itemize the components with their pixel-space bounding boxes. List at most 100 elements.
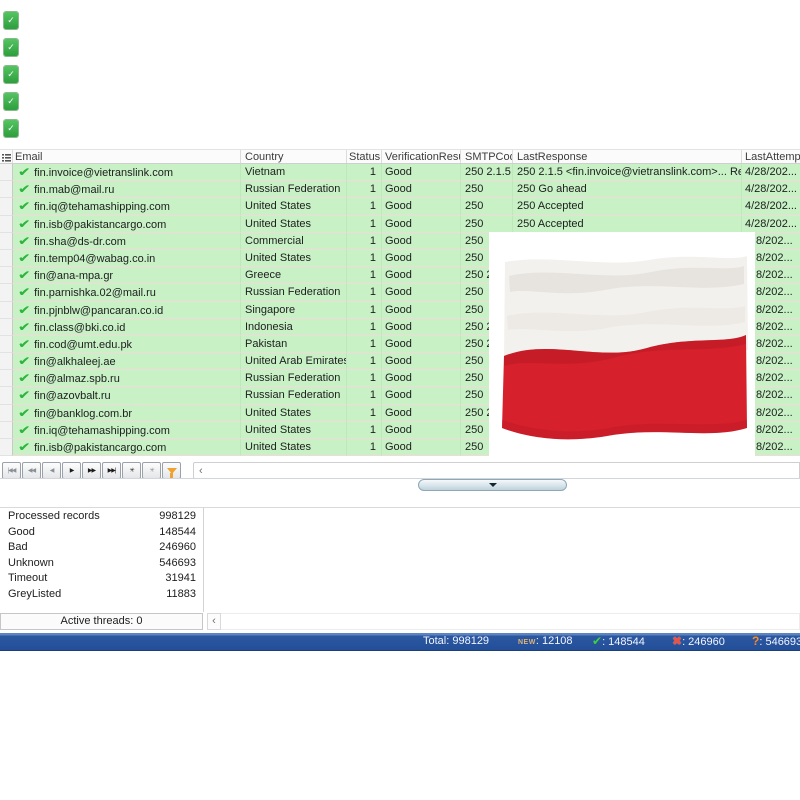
new-count: : 12108 <box>536 635 573 647</box>
row-indicator-cell <box>0 405 13 422</box>
green-check-icon: ✔ <box>18 198 31 214</box>
green-check-icon: ✔ <box>18 353 31 369</box>
column-header-status[interactable]: Status <box>347 150 382 163</box>
row-indicator-cell <box>0 233 13 250</box>
row-indicator-header <box>0 150 13 163</box>
green-shortcut-icon[interactable]: ✓ <box>4 93 18 110</box>
row-indicator-cell <box>0 267 13 284</box>
table-row[interactable]: ✔fin.invoice@vietranslink.comVietnam1Goo… <box>0 164 800 181</box>
green-check-icon: ✔ <box>18 405 31 421</box>
verification-stats-panel: Processed records998129Good148544Bad2469… <box>0 509 196 602</box>
nav-prev-page-button[interactable]: ◀◀ <box>22 462 41 479</box>
filter-funnel-icon <box>167 468 177 474</box>
stat-value: 31941 <box>116 571 196 587</box>
nav-next-page-button[interactable]: ▶▶ <box>82 462 101 479</box>
cell-email: ✔fin@banklog.com.br <box>13 405 241 422</box>
green-check-icon: ✔ <box>18 284 31 300</box>
nav-edit-button[interactable]: ✳ <box>142 462 161 479</box>
green-shortcut-icon[interactable]: ✓ <box>4 66 18 83</box>
cell-email: ✔fin.iq@tehamashipping.com <box>13 422 241 439</box>
green-shortcut-icon[interactable]: ✓ <box>4 120 18 137</box>
cell-status: 1 <box>347 370 382 387</box>
cell-country: Russian Federation <box>241 181 347 198</box>
row-indicator-cell <box>0 319 13 336</box>
row-indicator-cell <box>0 164 13 181</box>
bottom-right-scrollbar[interactable] <box>207 613 800 630</box>
cell-smtp-code: 250 <box>461 198 513 215</box>
table-row[interactable]: ✔fin.iq@tehamashipping.comUnited States1… <box>0 198 800 215</box>
cell-status: 1 <box>347 439 382 456</box>
cell-country: United States <box>241 405 347 422</box>
stat-value: 546693 <box>116 556 196 572</box>
column-header-country[interactable]: Country <box>241 150 347 163</box>
cell-verification-result: Good <box>382 233 461 250</box>
column-header-lastresponse[interactable]: LastResponse <box>513 150 742 163</box>
nav-filter-button[interactable] <box>162 462 181 479</box>
green-check-icon: ✔ <box>18 319 31 335</box>
scroll-left-icon[interactable]: ‹ <box>194 465 203 477</box>
stat-value: 998129 <box>116 509 196 525</box>
cell-last-attempt: 4/28/202... <box>742 198 800 215</box>
good-check-icon: ✔ <box>592 634 602 648</box>
status-total: Total: 998129 <box>423 633 489 651</box>
nav-next-button[interactable]: ▶ <box>62 462 81 479</box>
row-indicator-cell <box>0 387 13 404</box>
green-check-icon: ✔ <box>18 302 31 318</box>
row-indicator-icon <box>2 153 11 162</box>
cell-status: 1 <box>347 216 382 233</box>
scroll-left-icon-small[interactable]: ‹ <box>207 613 221 630</box>
green-check-icon: ✔ <box>18 370 31 386</box>
table-row[interactable]: ✔fin.isb@pakistancargo.comUnited States1… <box>0 216 800 233</box>
cell-country: United States <box>241 216 347 233</box>
stat-row: Unknown546693 <box>0 556 196 572</box>
row-indicator-cell <box>0 336 13 353</box>
nav-first-button[interactable]: |◀◀ <box>2 462 21 479</box>
cell-email: ✔fin.isb@pakistancargo.com <box>13 216 241 233</box>
cell-status: 1 <box>347 164 382 181</box>
cell-verification-result: Good <box>382 387 461 404</box>
chevron-down-icon <box>489 483 497 487</box>
cell-country: Vietnam <box>241 164 347 181</box>
stat-row: GreyListed11883 <box>0 587 196 603</box>
cell-status: 1 <box>347 353 382 370</box>
cell-status: 1 <box>347 336 382 353</box>
green-shortcut-icon[interactable]: ✓ <box>4 39 18 56</box>
cell-country: United States <box>241 198 347 215</box>
column-header-verificationresult[interactable]: VerificationResult <box>382 150 461 163</box>
column-header-email[interactable]: Email <box>13 150 241 163</box>
nav-prev-button[interactable]: ◀ <box>42 462 61 479</box>
row-indicator-cell <box>0 370 13 387</box>
status-bad: ✖: 246960 <box>672 633 725 651</box>
green-shortcut-icon[interactable]: ✓ <box>4 12 18 29</box>
stat-value: 11883 <box>116 587 196 603</box>
panel-splitter-handle[interactable] <box>418 479 567 491</box>
cell-status: 1 <box>347 233 382 250</box>
poland-flag-image <box>489 232 755 462</box>
cell-last-response: 250 2.1.5 <fin.invoice@vietranslink.com>… <box>513 164 742 181</box>
stat-label: Processed records <box>8 509 116 525</box>
column-header-lastattempt[interactable]: LastAttempt <box>742 150 800 163</box>
cell-verification-result: Good <box>382 267 461 284</box>
grid-horizontal-scrollbar[interactable]: ‹ <box>193 462 800 479</box>
green-check-icon: ✔ <box>18 164 31 180</box>
cell-verification-result: Good <box>382 302 461 319</box>
cell-verification-result: Good <box>382 181 461 198</box>
cell-email: ✔fin@ana-mpa.gr <box>13 267 241 284</box>
cell-verification-result: Good <box>382 284 461 301</box>
stat-label: Good <box>8 525 116 541</box>
cell-verification-result: Good <box>382 405 461 422</box>
stat-row: Good148544 <box>0 525 196 541</box>
nav-last-button[interactable]: ▶▶| <box>102 462 121 479</box>
cell-email: ✔fin@alkhaleej.ae <box>13 353 241 370</box>
cell-last-attempt: 4/28/202... <box>742 164 800 181</box>
nav-new-button[interactable]: ✳ <box>122 462 141 479</box>
cell-last-attempt: 4/28/202... <box>742 216 800 233</box>
table-row[interactable]: ✔fin.mab@mail.ruRussian Federation1Good2… <box>0 181 800 198</box>
row-indicator-cell <box>0 302 13 319</box>
cell-email: ✔fin.pjnblw@pancaran.co.id <box>13 302 241 319</box>
stat-row: Timeout31941 <box>0 571 196 587</box>
stat-row: Processed records998129 <box>0 509 196 525</box>
app-window: ✓ ✓ ✓ ✓ ✓ EmailCountryStatusVerificationResu… <box>0 0 800 800</box>
column-header-smtpcode[interactable]: SMTPCode <box>461 150 513 163</box>
cell-status: 1 <box>347 319 382 336</box>
